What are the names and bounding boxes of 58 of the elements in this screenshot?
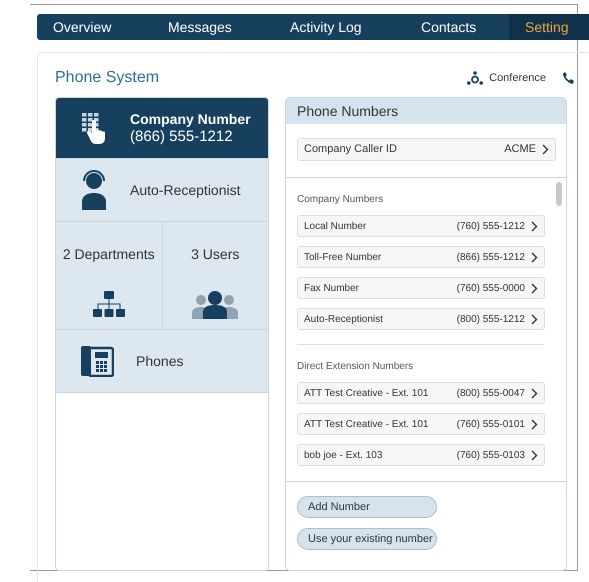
section-heading: Direct Extension Numbers bbox=[297, 360, 414, 374]
number-row[interactable]: Toll-Free Number (866) 555-1212 bbox=[297, 246, 545, 268]
chevron-icon bbox=[531, 450, 538, 460]
number-row[interactable]: Auto-Receptionist (800) 555-1212 bbox=[297, 308, 545, 330]
menu-item[interactable]: Auto-Receptionist bbox=[56, 159, 268, 222]
row-label: Fax Number bbox=[304, 282, 360, 296]
row-label: ATT Test Creative - Ext. 101 bbox=[304, 386, 428, 400]
chevron-icon bbox=[531, 418, 538, 430]
caller-id-row[interactable]: Company Caller ID ACME bbox=[297, 138, 556, 161]
chevron-icon bbox=[531, 220, 538, 232]
nav-tab[interactable]: Setting bbox=[509, 14, 589, 40]
phone-icon[interactable] bbox=[562, 71, 575, 85]
number-row[interactable]: ATT Test Creative - Ext. 101 (760) 555-0101 bbox=[297, 413, 545, 435]
chevron-icon bbox=[531, 314, 538, 324]
nav-tab[interactable]: Activity Log bbox=[274, 14, 405, 40]
users-group-icon bbox=[192, 291, 238, 319]
menu-item[interactable]: Phones bbox=[56, 330, 268, 393]
pill-button[interactable]: Add Number bbox=[297, 496, 437, 518]
desk-phone-icon bbox=[80, 345, 114, 377]
nav-tab[interactable]: Overview bbox=[37, 14, 152, 40]
nav-tab[interactable]: Messages bbox=[152, 14, 274, 40]
menu-item[interactable]: 3 Users bbox=[162, 222, 268, 329]
company-number: (866) 555-1212 bbox=[130, 128, 234, 146]
phone-number: (760) 555-0101 bbox=[456, 418, 525, 432]
phone-number: (800) 555-0047 bbox=[456, 386, 525, 400]
conference-icon bbox=[467, 71, 484, 85]
pill-button[interactable]: Use your existing number bbox=[297, 528, 437, 550]
row-label: Company Caller ID bbox=[304, 142, 397, 158]
number-row[interactable]: bob joe - Ext. 103 (760) 555-0103 bbox=[297, 444, 545, 466]
nav-tab[interactable]: Contacts bbox=[405, 14, 509, 40]
row-label: Toll-Free Number bbox=[304, 250, 382, 264]
chevron-icon bbox=[531, 252, 538, 262]
number-row[interactable]: Fax Number (760) 555-0000 bbox=[297, 277, 545, 299]
phone-number: (760) 555-0000 bbox=[456, 282, 525, 296]
chevron-icon bbox=[531, 282, 538, 294]
number-row[interactable]: ATT Test Creative - Ext. 101 (800) 555-0047 bbox=[297, 382, 545, 404]
page-title: Phone System bbox=[55, 68, 160, 88]
headset-person-icon bbox=[80, 170, 108, 210]
panel-title: Phone Numbers bbox=[297, 102, 398, 120]
row-value: ACME bbox=[504, 142, 536, 158]
row-label: ATT Test Creative - Ext. 101 bbox=[304, 418, 428, 432]
phone-number: (760) 555-0103 bbox=[456, 448, 525, 462]
menu-item[interactable]: 2 Departments bbox=[56, 222, 162, 329]
chevron-icon bbox=[531, 388, 538, 398]
phone-number: (866) 555-1212 bbox=[456, 250, 525, 264]
chevron-icon bbox=[542, 144, 549, 155]
phone-number: (800) 555-1212 bbox=[456, 312, 525, 326]
conference-button[interactable]: Conference bbox=[467, 70, 546, 86]
org-chart-icon bbox=[92, 291, 125, 317]
number-row[interactable]: Local Number (760) 555-1212 bbox=[297, 215, 545, 237]
section-heading: Company Numbers bbox=[297, 193, 384, 207]
row-label: bob joe - Ext. 103 bbox=[304, 448, 382, 462]
menu-item[interactable]: Company Number (866) 555-1212 bbox=[56, 98, 268, 159]
phone-number: (760) 555-1212 bbox=[456, 220, 525, 234]
row-label: Local Number bbox=[304, 220, 366, 234]
row-label: Auto-Receptionist bbox=[304, 312, 383, 326]
menu-title: Company Number bbox=[130, 110, 251, 128]
scrollbar-thumb[interactable] bbox=[556, 182, 562, 206]
